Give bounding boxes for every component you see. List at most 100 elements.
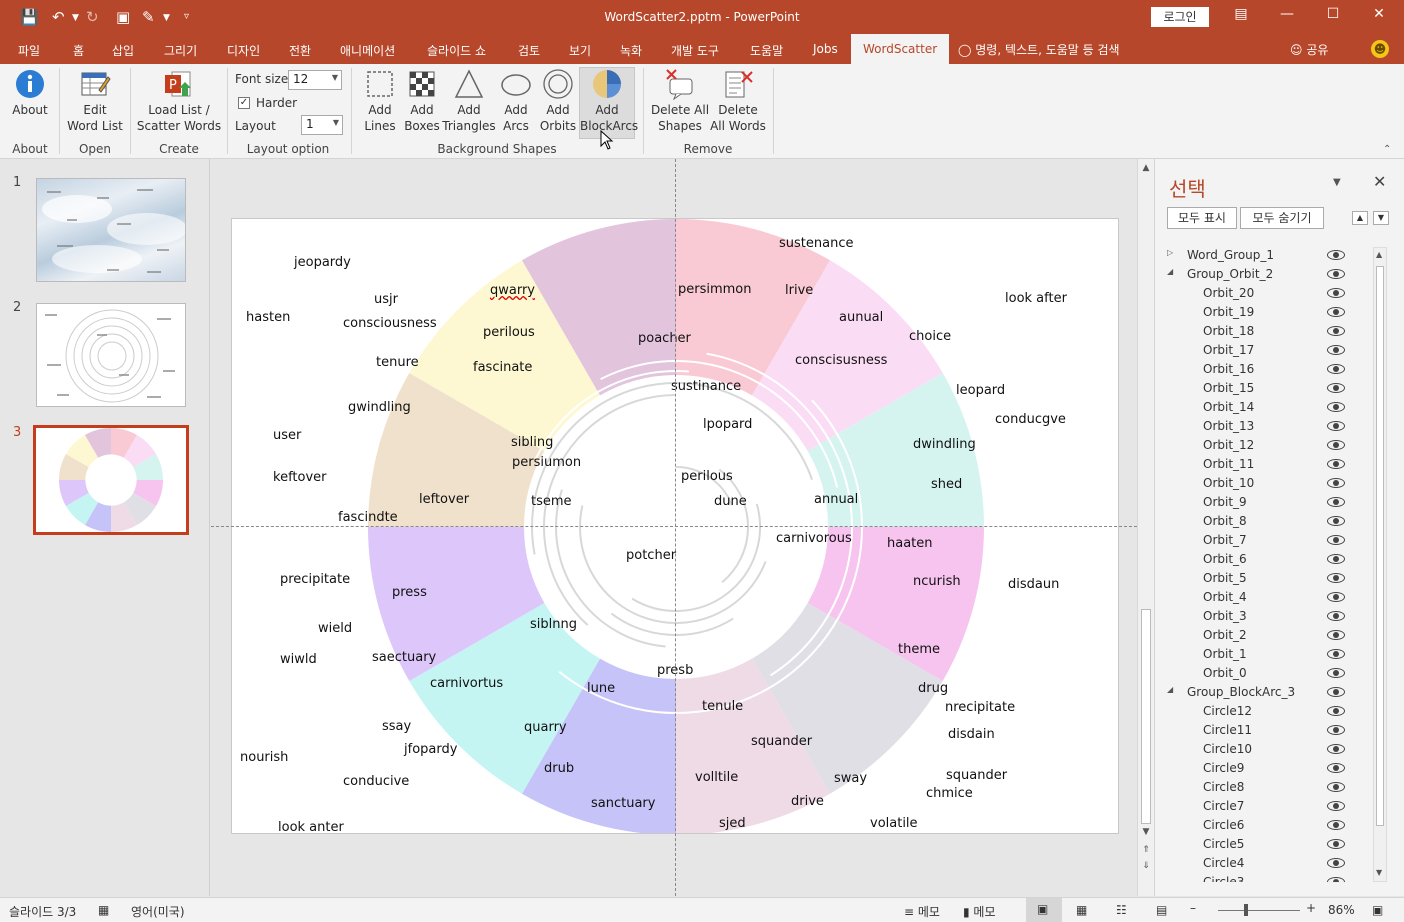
tab-design[interactable]: 디자인 <box>227 42 260 59</box>
word[interactable]: conducive <box>343 774 409 789</box>
share-button[interactable]: ☺ 공유 <box>1290 41 1328 58</box>
word[interactable]: sustinance <box>671 379 741 394</box>
word[interactable]: tseme <box>531 494 572 509</box>
close-window-icon[interactable]: ✕ <box>1364 6 1394 22</box>
word[interactable]: hasten <box>246 310 290 325</box>
word[interactable]: perilous <box>483 325 535 340</box>
visibility-eye-icon[interactable] <box>1327 345 1345 355</box>
smiley-feedback-icon[interactable]: ☻ <box>1371 40 1389 58</box>
layer-item[interactable]: Circle4 <box>1167 855 1367 874</box>
layer-item[interactable]: Circle3 <box>1167 874 1367 882</box>
tab-help[interactable]: 도움말 <box>750 42 783 59</box>
visibility-eye-icon[interactable] <box>1327 383 1345 393</box>
font-size-input[interactable]: 12 ▼ <box>288 70 342 90</box>
word[interactable]: usjr <box>374 292 398 307</box>
word[interactable]: annual <box>814 492 858 507</box>
tab-file[interactable]: 파일 <box>18 42 40 59</box>
word[interactable]: sway <box>834 771 867 786</box>
word[interactable]: carnivorous <box>776 531 852 546</box>
visibility-eye-icon[interactable] <box>1327 440 1345 450</box>
word[interactable]: user <box>273 428 301 443</box>
orbit-arc[interactable] <box>543 394 675 626</box>
edit-word-list-button[interactable]: Edit Word List <box>64 68 126 134</box>
visibility-eye-icon[interactable] <box>1327 820 1345 830</box>
visibility-eye-icon[interactable] <box>1327 725 1345 735</box>
layer-item[interactable]: Orbit_15 <box>1167 380 1367 399</box>
layer-item[interactable]: ▷ Word_Group_1 <box>1167 247 1367 266</box>
about-button[interactable]: About <box>6 68 54 118</box>
visibility-eye-icon[interactable] <box>1327 592 1345 602</box>
word[interactable]: drub <box>544 761 574 776</box>
ribbon-display-icon[interactable]: ▤ <box>1226 6 1256 22</box>
close-pane-icon[interactable]: ✕ <box>1373 172 1386 191</box>
layer-list-scrollbar[interactable]: ▲ ▼ <box>1373 247 1387 882</box>
horizontal-guide[interactable] <box>211 526 1137 527</box>
tab-view[interactable]: 보기 <box>569 42 591 59</box>
tab-insert[interactable]: 삽입 <box>112 42 134 59</box>
pane-options-icon[interactable]: ▼ <box>1333 177 1341 188</box>
word[interactable]: persimmon <box>678 282 752 297</box>
word[interactable]: aunual <box>839 310 883 325</box>
next-slide-icon[interactable]: ⇓ <box>1140 861 1152 871</box>
slideshow-icon[interactable]: ▤ <box>1156 903 1167 917</box>
load-list-scatter-words-button[interactable]: P Load List / Scatter Words <box>136 68 222 134</box>
word[interactable]: siblnng <box>530 617 577 632</box>
slide-thumbnail-3[interactable] <box>33 425 189 535</box>
search-box[interactable]: ◯ 명령, 텍스트, 도움말 등 검색 <box>958 41 1120 58</box>
layer-item[interactable]: Orbit_7 <box>1167 532 1367 551</box>
previous-slide-icon[interactable]: ⇑ <box>1140 845 1152 855</box>
visibility-eye-icon[interactable] <box>1327 516 1345 526</box>
visibility-eye-icon[interactable] <box>1327 630 1345 640</box>
delete-all-words-button[interactable]: Delete All Words <box>710 68 766 134</box>
word[interactable]: nourish <box>240 750 288 765</box>
tab-developer[interactable]: 개발 도구 <box>671 42 719 59</box>
scroll-up-icon[interactable]: ▲ <box>1376 250 1382 259</box>
visibility-eye-icon[interactable] <box>1327 307 1345 317</box>
zoom-slider-thumb[interactable] <box>1244 904 1248 916</box>
layer-item[interactable]: Orbit_11 <box>1167 456 1367 475</box>
layer-item[interactable]: Orbit_20 <box>1167 285 1367 304</box>
layer-item[interactable]: Circle7 <box>1167 798 1367 817</box>
zoom-level[interactable]: 86% <box>1328 903 1355 917</box>
show-all-button[interactable]: 모두 표시 <box>1167 207 1237 229</box>
word[interactable]: quarry <box>524 720 567 735</box>
word[interactable]: leopard <box>956 383 1005 398</box>
language-indicator[interactable]: 영어(미국) <box>131 903 185 920</box>
layer-item[interactable]: ◢ Group_Orbit_2 <box>1167 266 1367 285</box>
visibility-eye-icon[interactable] <box>1327 535 1345 545</box>
scroll-up-icon[interactable]: ▲ <box>1140 163 1152 173</box>
word[interactable]: potcher <box>626 548 676 563</box>
collapse-caret-icon[interactable]: ◢ <box>1167 685 1173 694</box>
tab-slideshow[interactable]: 슬라이드 쇼 <box>427 42 486 59</box>
tab-draw[interactable]: 그리기 <box>164 42 197 59</box>
visibility-eye-icon[interactable] <box>1327 858 1345 868</box>
visibility-eye-icon[interactable] <box>1327 269 1345 279</box>
add-blockarcs-button[interactable]: Add BlockArcs <box>579 67 638 139</box>
visibility-eye-icon[interactable] <box>1327 250 1345 260</box>
minimize-icon[interactable]: — <box>1272 6 1302 22</box>
orbit-arc[interactable] <box>610 612 734 636</box>
hide-all-button[interactable]: 모두 숨기기 <box>1240 207 1324 229</box>
login-button[interactable]: 로그인 <box>1151 7 1209 27</box>
slide-thumbnail-1[interactable] <box>36 178 186 282</box>
word[interactable]: fascindte <box>338 510 398 525</box>
add-arcs-button[interactable]: Add Arcs <box>496 68 536 134</box>
word[interactable]: sustenance <box>779 236 853 251</box>
visibility-eye-icon[interactable] <box>1327 288 1345 298</box>
layer-item[interactable]: Orbit_5 <box>1167 570 1367 589</box>
layer-item[interactable]: Circle12 <box>1167 703 1367 722</box>
tab-transitions[interactable]: 전환 <box>289 42 311 59</box>
expand-caret-icon[interactable]: ▷ <box>1167 248 1173 257</box>
word[interactable]: lrive <box>785 283 813 298</box>
layer-item[interactable]: Circle11 <box>1167 722 1367 741</box>
visibility-eye-icon[interactable] <box>1327 839 1345 849</box>
word[interactable]: conscisusness <box>795 353 887 368</box>
slide-thumbnail-2[interactable] <box>36 303 186 407</box>
word[interactable]: chmice <box>926 786 973 801</box>
zoom-out-icon[interactable]: – <box>1190 901 1196 915</box>
word[interactable]: saectuary <box>372 650 436 665</box>
visibility-eye-icon[interactable] <box>1327 877 1345 882</box>
word[interactable]: consciousness <box>343 316 437 331</box>
notes-button[interactable]: ≡ 메모 <box>904 903 940 920</box>
word[interactable]: nrecipitate <box>945 700 1015 715</box>
